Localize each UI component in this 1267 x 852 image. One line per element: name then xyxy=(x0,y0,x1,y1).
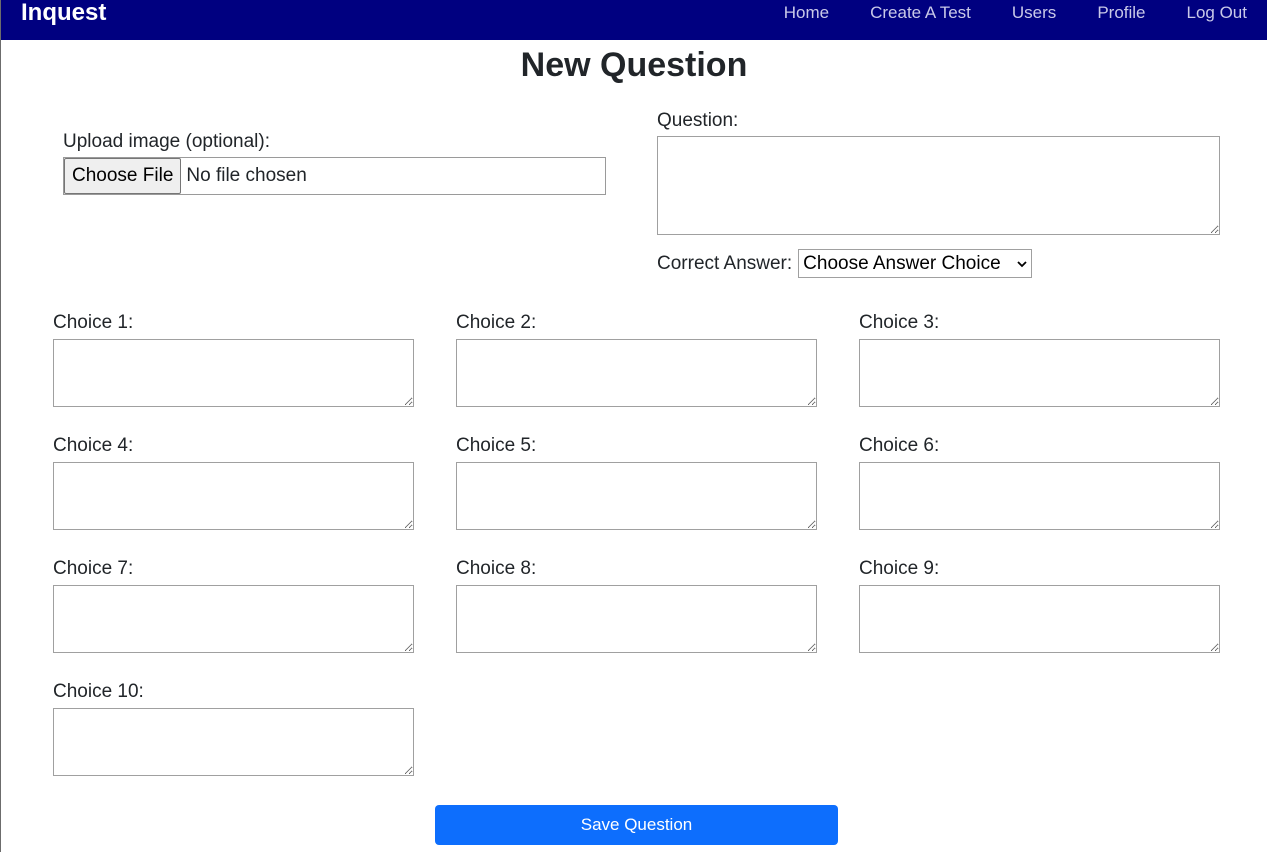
question-label: Question: xyxy=(657,110,739,131)
choice-6-label: Choice 6: xyxy=(859,435,940,456)
brand-logo[interactable]: Inquest xyxy=(21,0,106,27)
choice-5-label: Choice 5: xyxy=(456,435,537,456)
choice-9: Choice 9: xyxy=(859,558,1220,681)
choice-3-textarea[interactable] xyxy=(859,339,1220,407)
upload-section: Upload image (optional): Choose File No … xyxy=(63,131,606,195)
nav-link-create-a-test[interactable]: Create A Test xyxy=(870,3,971,23)
choice-1-textarea[interactable] xyxy=(53,339,414,407)
nav-link-users[interactable]: Users xyxy=(1012,3,1056,23)
file-status: No file chosen xyxy=(186,165,307,186)
choice-8-textarea[interactable] xyxy=(456,585,817,653)
choice-8: Choice 8: xyxy=(456,558,817,681)
choice-3-label: Choice 3: xyxy=(859,312,940,333)
choice-7-label: Choice 7: xyxy=(53,558,134,579)
correct-answer-select[interactable]: Choose Answer Choice xyxy=(798,249,1033,278)
nav-link-log-out[interactable]: Log Out xyxy=(1187,3,1248,23)
choice-4: Choice 4: xyxy=(53,435,414,558)
choice-1-label: Choice 1: xyxy=(53,312,134,333)
choice-10-textarea[interactable] xyxy=(53,708,414,776)
choice-9-textarea[interactable] xyxy=(859,585,1220,653)
nav-links: Home Create A Test Users Profile Log Out xyxy=(743,3,1247,23)
choice-2: Choice 2: xyxy=(456,312,817,435)
choice-7-textarea[interactable] xyxy=(53,585,414,653)
choice-9-label: Choice 9: xyxy=(859,558,940,579)
question-textarea[interactable] xyxy=(657,136,1220,235)
choice-6-textarea[interactable] xyxy=(859,462,1220,530)
page-title: New Question xyxy=(520,46,748,84)
question-section: Question: Correct Answer: Choose Answer … xyxy=(657,110,1220,278)
choice-8-label: Choice 8: xyxy=(456,558,537,579)
correct-answer-row: Correct Answer: Choose Answer Choice xyxy=(657,249,1220,278)
file-input[interactable]: Choose File No file chosen xyxy=(63,157,606,195)
choice-10: Choice 10: xyxy=(53,681,414,804)
nav-link-profile[interactable]: Profile xyxy=(1097,3,1145,23)
correct-answer-label: Correct Answer: xyxy=(657,252,793,274)
choice-5-textarea[interactable] xyxy=(456,462,817,530)
correct-answer-selected: Choose Answer Choice xyxy=(803,252,1001,274)
choice-4-label: Choice 4: xyxy=(53,435,134,456)
choice-4-textarea[interactable] xyxy=(53,462,414,530)
choice-2-textarea[interactable] xyxy=(456,339,817,407)
chevron-down-icon xyxy=(1017,257,1027,271)
nav-link-home[interactable]: Home xyxy=(784,3,829,23)
choice-5: Choice 5: xyxy=(456,435,817,558)
navbar: Inquest Home Create A Test Users Profile… xyxy=(1,0,1267,40)
choose-file-button[interactable]: Choose File xyxy=(64,158,182,194)
choice-1: Choice 1: xyxy=(53,312,414,435)
choice-2-label: Choice 2: xyxy=(456,312,537,333)
save-question-button[interactable]: Save Question xyxy=(435,805,838,845)
choice-3: Choice 3: xyxy=(859,312,1220,435)
choice-6: Choice 6: xyxy=(859,435,1220,558)
choice-10-label: Choice 10: xyxy=(53,681,144,702)
choices-grid: Choice 1: Choice 2: Choice 3: Choice 4: … xyxy=(53,312,1220,804)
choice-7: Choice 7: xyxy=(53,558,414,681)
upload-label: Upload image (optional): xyxy=(63,131,271,152)
